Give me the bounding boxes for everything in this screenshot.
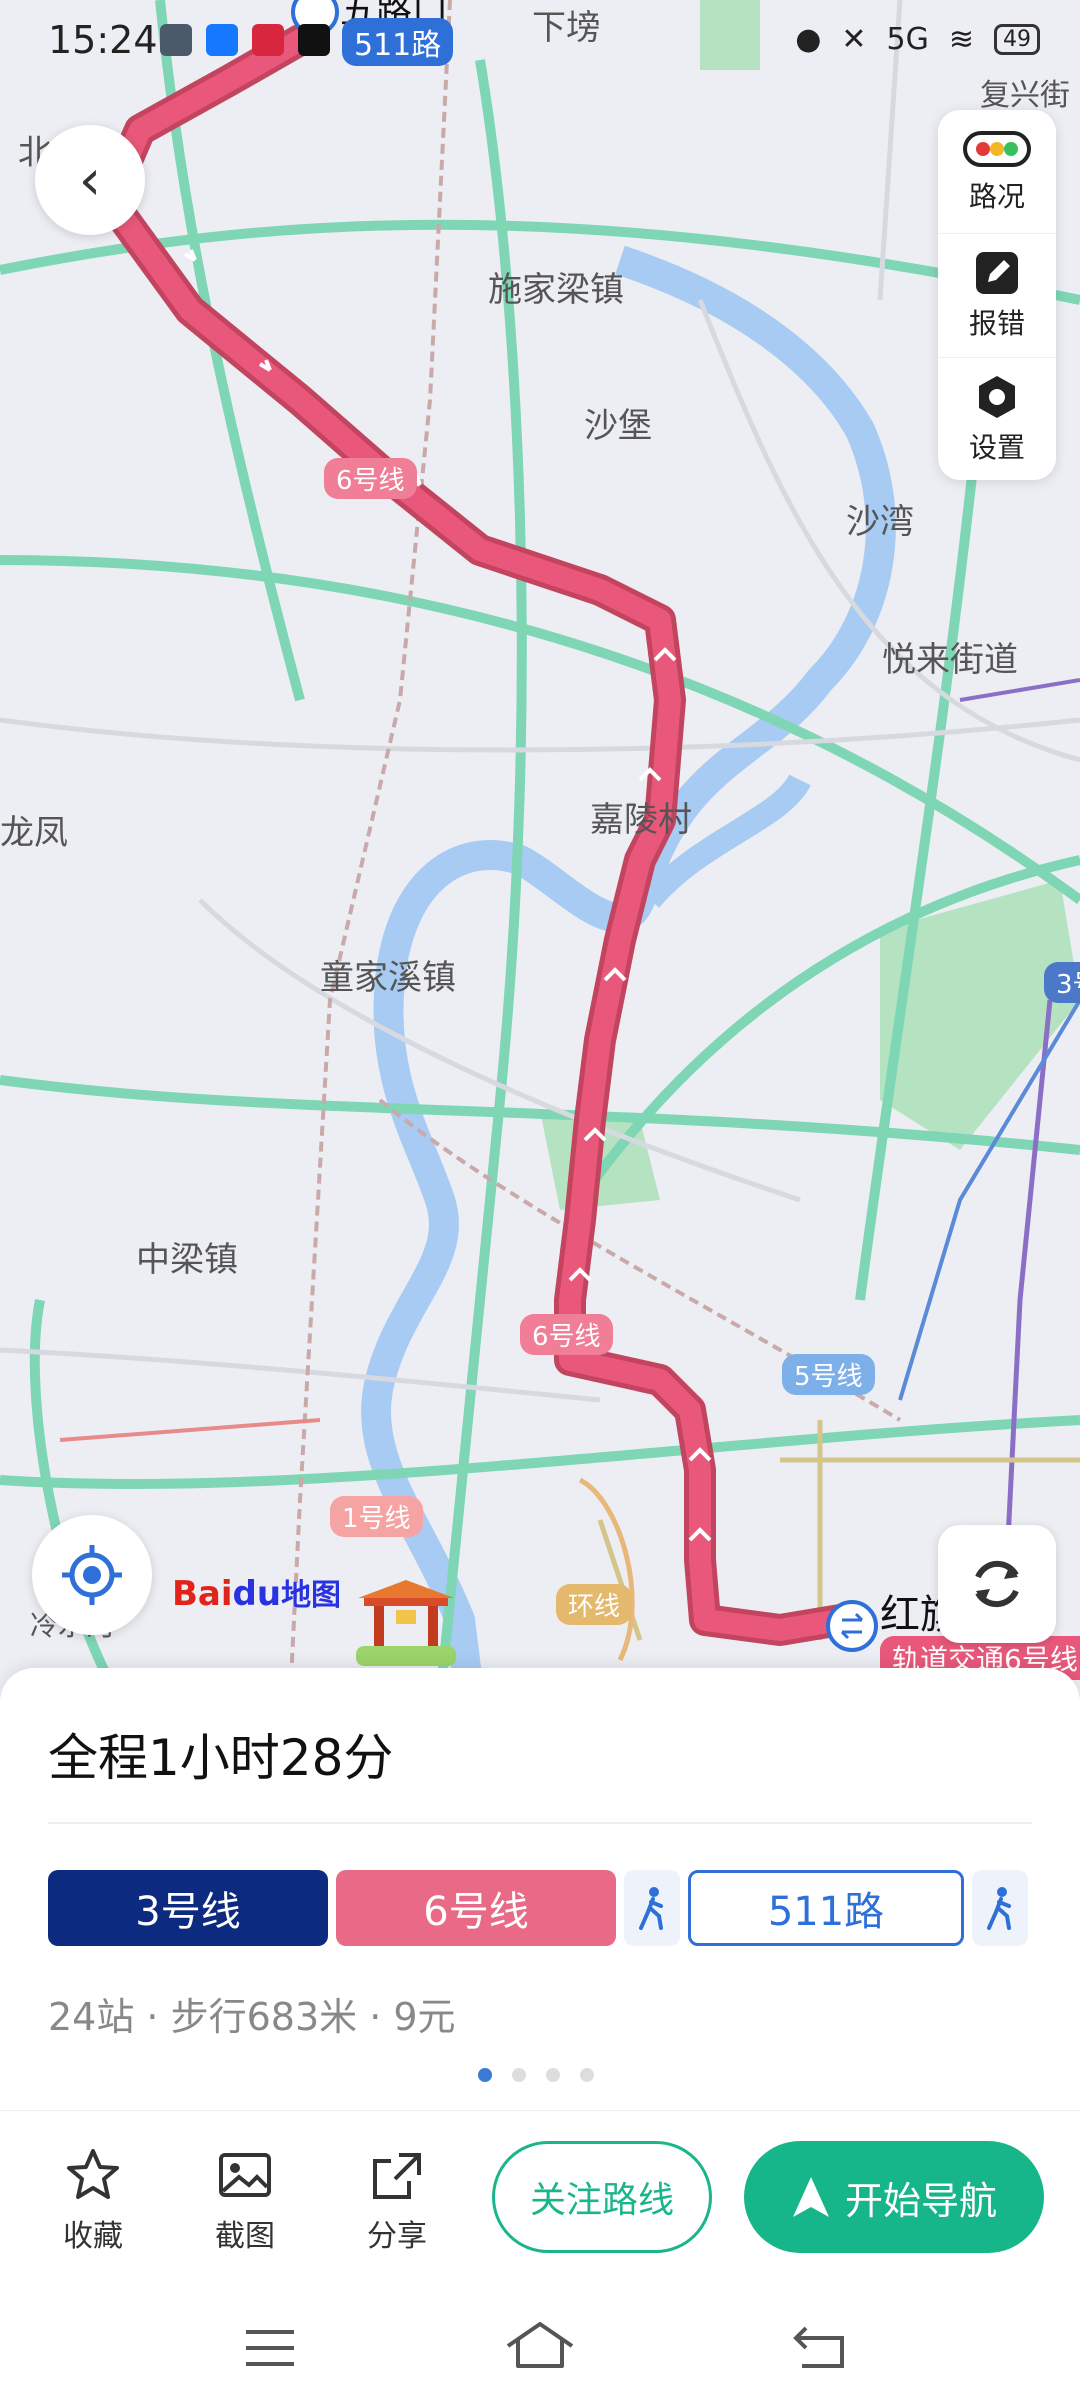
page-dot [512,2068,526,2082]
route-segments: 3号线 6号线 511路 [48,1870,1028,1946]
status-bar: 15:24 ● ✕ 5G ≋ 49 [0,0,1080,80]
start-navigation-button[interactable]: 开始导航 [744,2141,1044,2253]
back-button[interactable]: ‹ [35,125,145,235]
menu-icon[interactable] [244,2326,296,2370]
segment-line6: 6号线 [336,1870,616,1946]
navigation-arrow-icon [792,2177,829,2217]
segment-line3: 3号线 [48,1870,328,1946]
settings-label: 设置 [968,430,1025,464]
map-label: 沙堡 [584,406,652,446]
start-navigation-label: 开始导航 [844,2178,997,2223]
battery-icon: 49 [994,24,1040,55]
report-label: 报错 [968,306,1025,340]
status-icons: ● ✕ 5G ≋ 49 [795,22,1040,57]
walk-icon [624,1870,680,1946]
route-map[interactable]: 下塝 复兴街 北 施家梁镇 沙堡 沙湾 悦来街道 嘉陵村 龙凤 童家溪镇 中梁镇… [0,0,1080,1700]
tiktok-icon [298,24,330,56]
app-notification-icon [160,24,192,56]
traffic-label: 路况 [968,179,1025,213]
map-label: 嘉陵村 [590,800,692,840]
route-summary: 24站 · 步行683米 · 9元 [48,1995,456,2039]
notification-icons [160,24,330,56]
alipay-icon [206,24,238,56]
share-button[interactable]: 分享 [342,2147,452,2255]
map-label: 中梁镇 [136,1240,238,1280]
line-tag: 6号线 [324,458,417,499]
system-navigation-bar [0,2290,1080,2408]
landmark-icon [356,1580,456,1670]
page-dot [580,2068,594,2082]
traffic-light-icon [963,130,1031,167]
page-dot [546,2068,560,2082]
mute-icon: ✕ [841,22,867,57]
route-details-sheet[interactable]: 全程1小时28分 3号线 6号线 511路 24站 · 步行683米 · 9元 [0,1668,1080,2110]
screenshot-button[interactable]: 截图 [190,2147,300,2255]
segment-bus511: 511路 [688,1870,964,1946]
line-tag: 3号 [1044,962,1080,1003]
star-icon [67,2149,119,2199]
map-label: 施家梁镇 [488,270,624,310]
action-bar: 收藏 截图 分享 关注路线 开始导航 [0,2110,1080,2291]
report-button[interactable]: 报错 [938,234,1056,358]
back-nav-icon[interactable] [792,2324,848,2370]
mic-icon: ● [795,22,822,57]
line-tag: 1号线 [330,1496,423,1537]
walk-icon [972,1870,1028,1946]
map-label: 龙凤 [0,813,68,853]
refresh-button[interactable] [938,1525,1056,1643]
page-dot [478,2068,492,2082]
line-tag: 5号线 [782,1354,875,1395]
gear-icon [979,375,1015,418]
screenshot-label: 截图 [215,2219,275,2254]
wifi-icon: ≋ [948,22,974,57]
follow-route-button[interactable]: 关注路线 [492,2141,712,2253]
locate-button[interactable] [32,1515,152,1635]
map-label: 沙湾 [846,502,914,542]
locate-icon [62,1545,122,1605]
app-notification-icon [252,24,284,56]
edit-icon [976,251,1018,294]
favorite-label: 收藏 [63,2219,123,2254]
settings-button[interactable]: 设置 [938,358,1056,481]
traffic-button[interactable]: 路况 [938,110,1056,234]
line-tag: 6号线 [520,1314,613,1355]
favorite-button[interactable]: 收藏 [38,2147,148,2255]
map-canvas [0,0,1080,1700]
divider [48,1822,1032,1824]
status-time: 15:24 [48,18,158,62]
baidu-map-logo: Baidu地图 [172,1574,342,1614]
chevron-left-icon: ‹ [78,147,102,213]
total-duration: 全程1小时28分 [48,1729,394,1787]
map-label: 悦来街道 [882,640,1018,680]
refresh-icon [975,1560,1019,1608]
line-tag: 环线 [556,1584,633,1625]
map-label: 童家溪镇 [320,958,456,998]
share-icon [373,2153,421,2199]
image-icon [219,2153,271,2197]
share-label: 分享 [367,2219,427,2254]
map-toolbar: 路况 报错 设置 [938,110,1056,480]
signal-icon: 5G [886,22,929,57]
page-indicator [478,2068,594,2082]
home-icon[interactable] [504,2320,576,2370]
